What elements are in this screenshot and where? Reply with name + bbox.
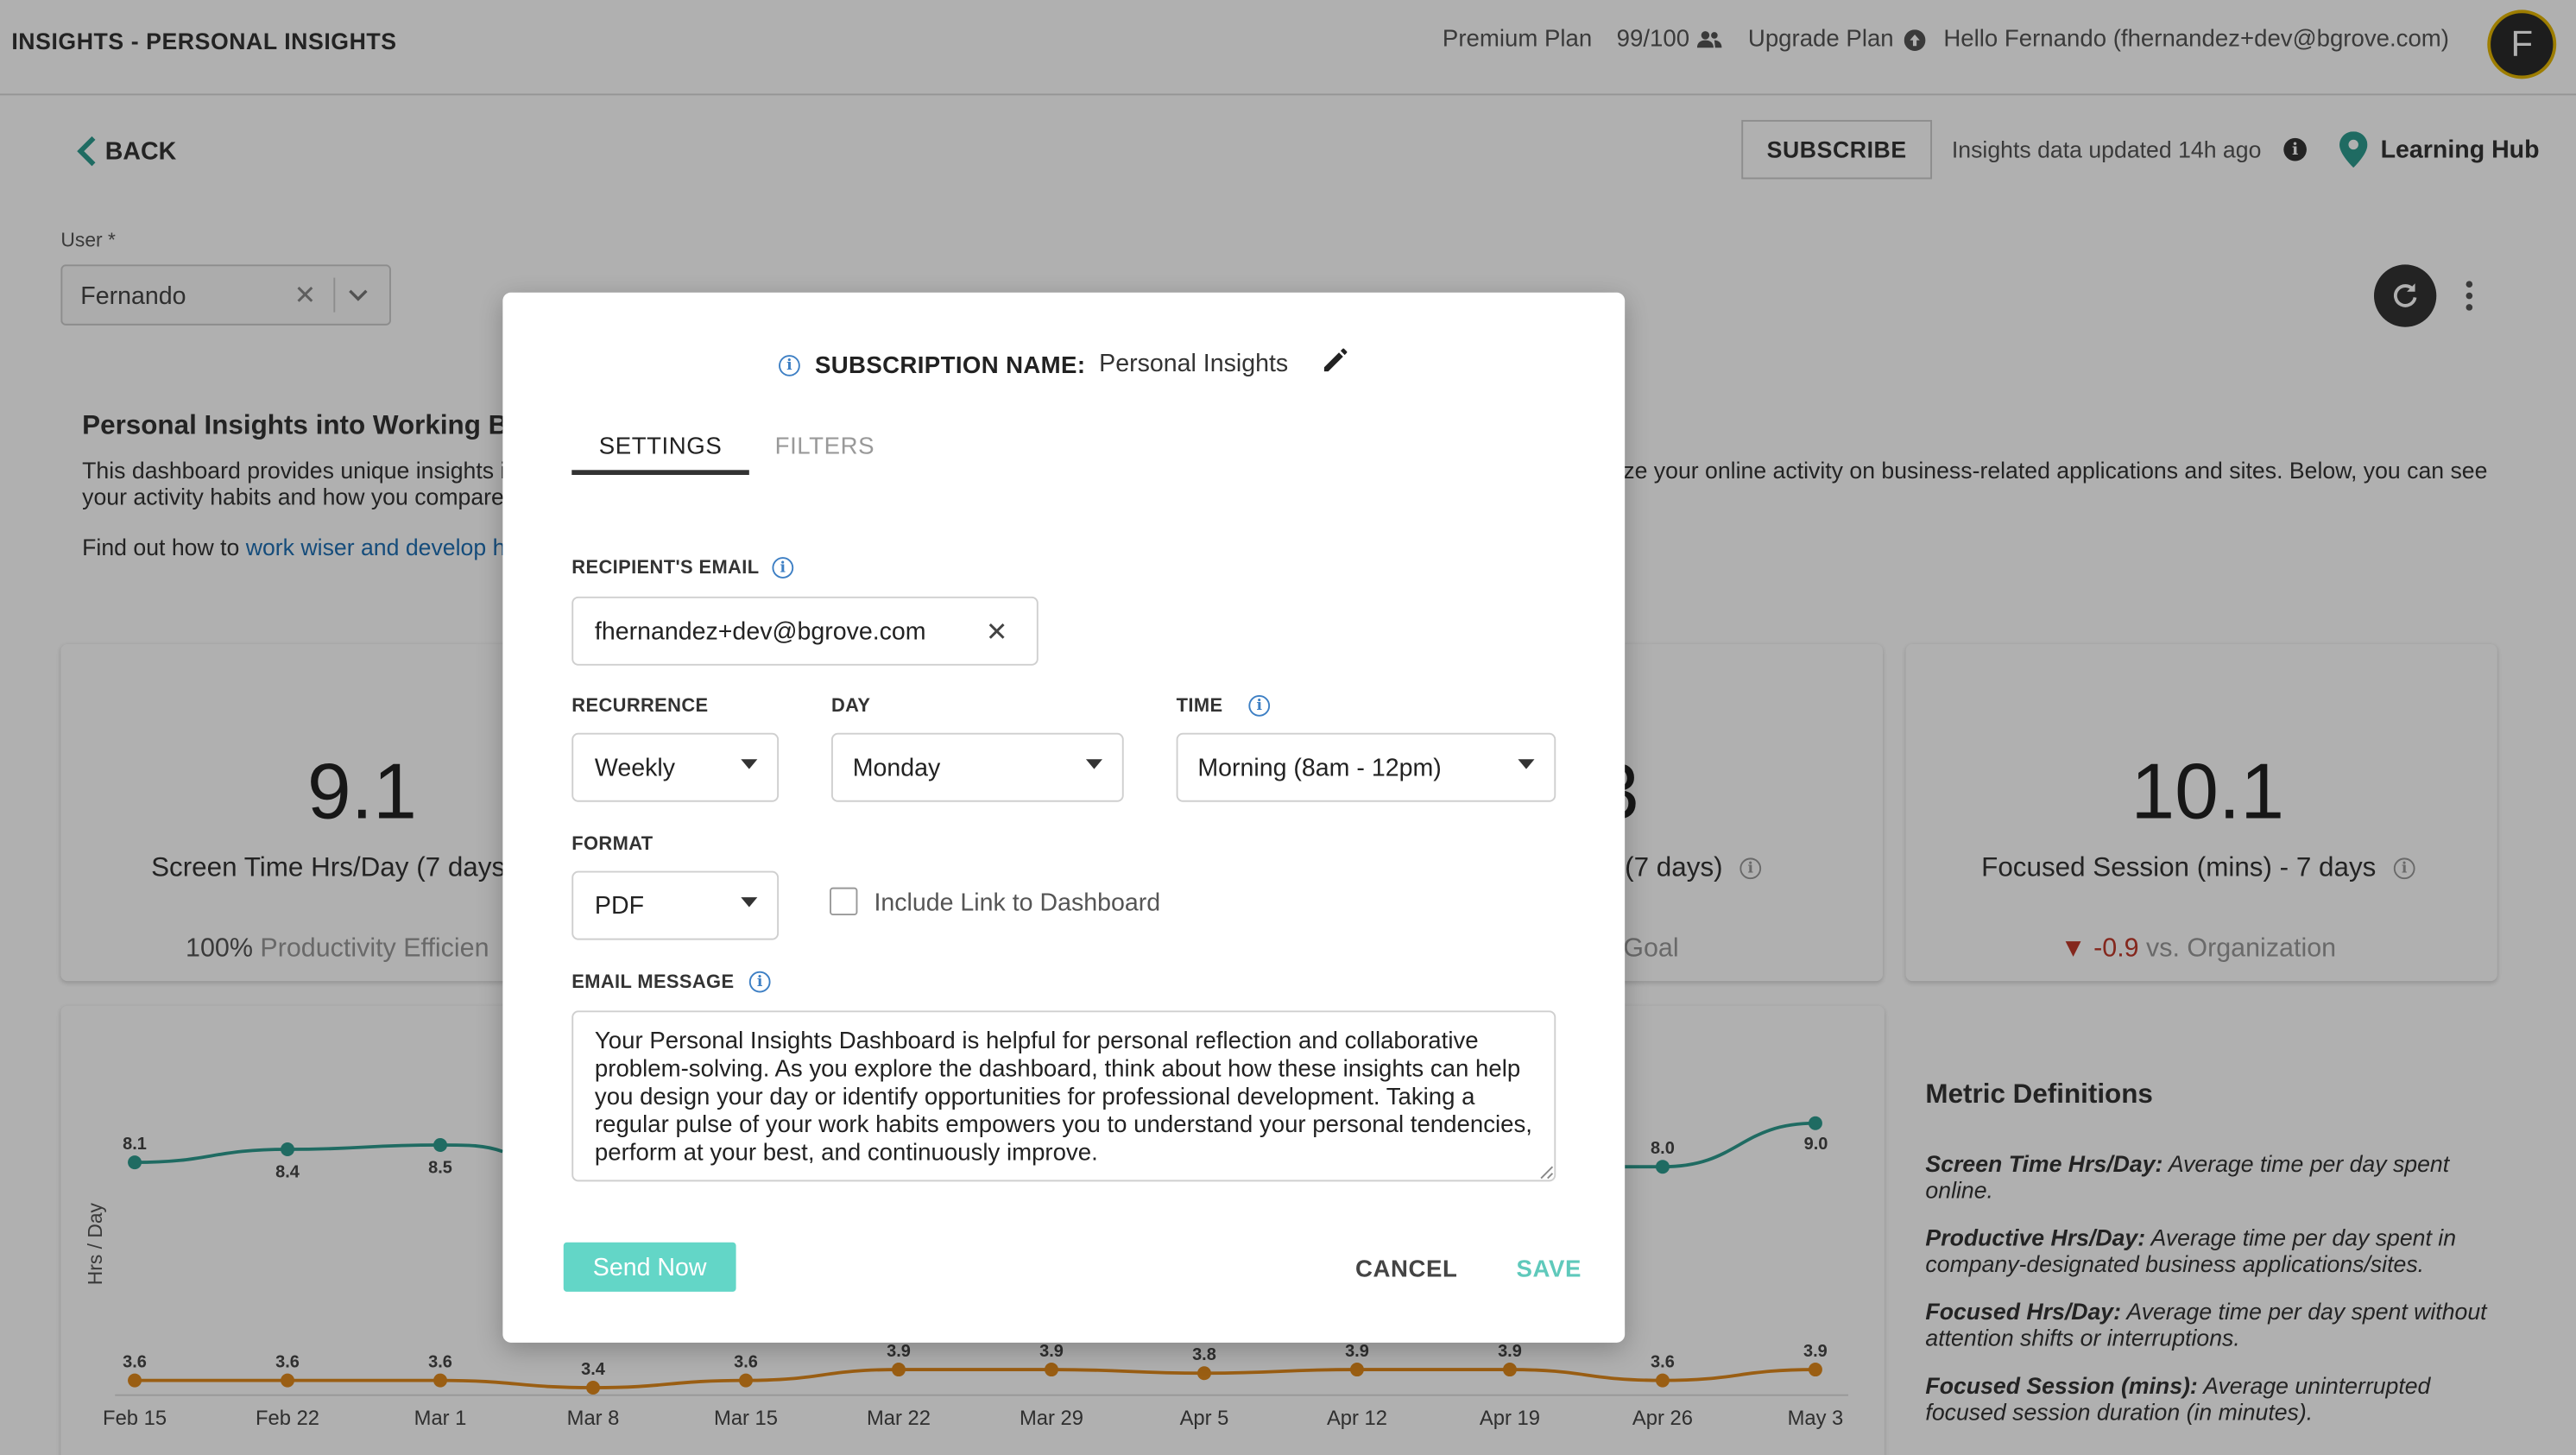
tab-settings[interactable]: SETTINGS [571,433,749,459]
subscription-name-label: SUBSCRIPTION NAME: [814,353,1086,380]
recipient-email-field[interactable]: fhernandez+dev@bgrove.com ✕ [571,596,1039,666]
recurrence-label: RECURRENCE [571,696,709,717]
format-label: FORMAT [571,834,653,855]
recurrence-value: Weekly [594,754,675,782]
caret-down-icon [741,897,758,908]
tab-filters[interactable]: FILTERS [757,433,892,459]
caret-down-icon [741,759,758,769]
format-select[interactable]: PDF [571,870,780,940]
time-select[interactable]: Morning (8am - 12pm) [1176,732,1556,802]
day-select[interactable]: Monday [830,732,1124,802]
format-value: PDF [594,892,645,920]
include-link-checkbox[interactable] [830,887,858,916]
time-value: Morning (8am - 12pm) [1197,754,1442,782]
info-icon[interactable]: i [748,971,771,993]
save-button[interactable]: SAVE [1517,1257,1582,1283]
cancel-button[interactable]: CANCEL [1355,1257,1457,1283]
day-value: Monday [852,754,941,782]
info-icon[interactable]: i [779,355,800,376]
send-now-button[interactable]: Send Now [563,1242,736,1292]
recipient-email-label: RECIPIENT'S EMAIL [571,559,760,579]
subscription-name-value: Personal Insights [1099,350,1289,378]
resize-handle-icon[interactable] [1539,1165,1554,1180]
info-icon[interactable]: i [1248,695,1271,717]
caret-down-icon [1085,759,1102,769]
clear-email-icon[interactable]: ✕ [986,617,1008,649]
email-message-textarea[interactable]: Your Personal Insights Dashboard is help… [571,1010,1556,1182]
pencil-icon[interactable] [1323,347,1348,373]
caret-down-icon [1518,759,1535,769]
active-tab-indicator [571,470,749,475]
time-label: TIME [1176,696,1223,717]
info-icon[interactable]: i [772,557,794,579]
include-link-label[interactable]: Include Link to Dashboard [874,889,1160,917]
recipient-email-value: fhernandez+dev@bgrove.com [594,617,926,646]
subscription-modal: i SUBSCRIPTION NAME: Personal Insights S… [502,292,1626,1343]
email-message-text: Your Personal Insights Dashboard is help… [594,1028,1532,1167]
day-label: DAY [830,696,871,717]
recurrence-select[interactable]: Weekly [571,732,780,802]
email-message-label: EMAIL MESSAGE [571,972,735,993]
